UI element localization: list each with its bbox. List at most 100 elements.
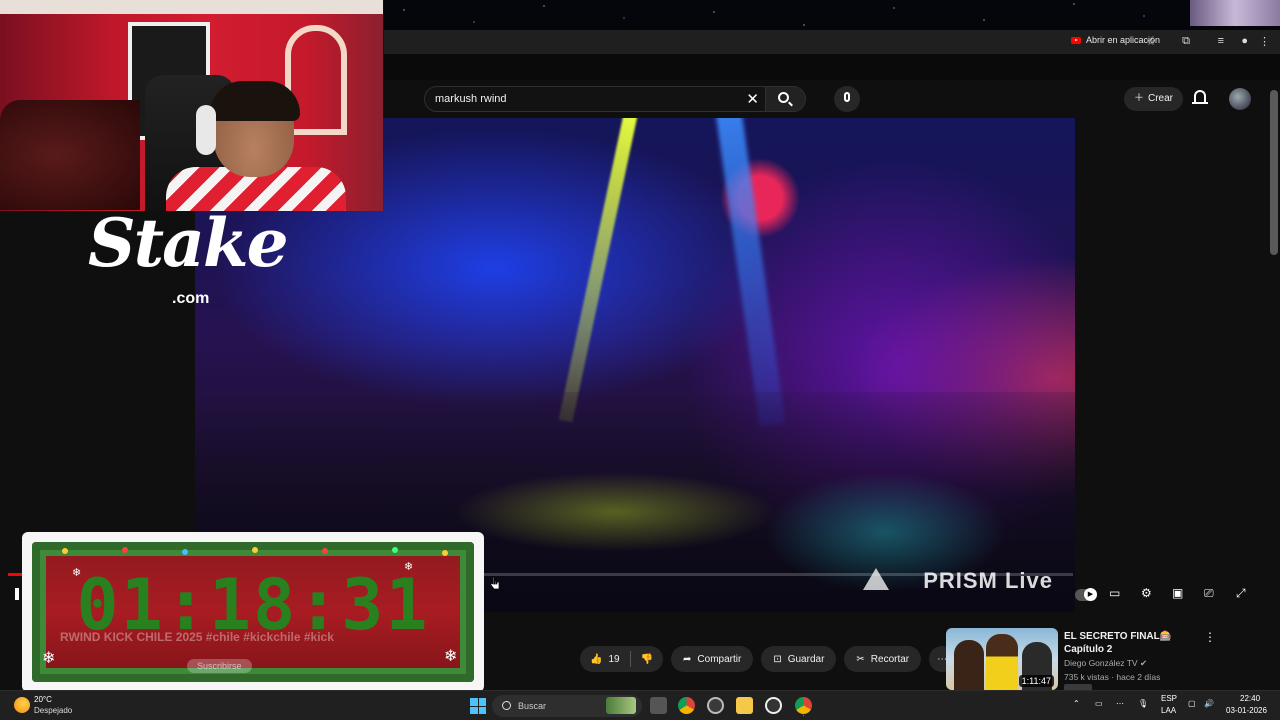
clock-time[interactable]: 22:40 [1240,694,1260,703]
subtitles-icon[interactable]: ▭ [1109,586,1120,600]
light-beam [558,118,639,423]
like-button[interactable]: 👍 19 [580,646,630,672]
video-actions: 👍 19 👎 ➦ Compartir ⊡ Guardar ✂ Recortar … [580,646,956,672]
ceiling [0,0,383,14]
extensions-icon[interactable]: ⧉ [1182,35,1190,48]
hair [210,81,300,121]
notifications-bell-icon[interactable] [1192,90,1208,104]
display-icon[interactable]: ▢ [1188,699,1196,708]
weather-icon[interactable] [14,697,30,713]
prism-logo-icon [863,568,889,590]
browser-toolbar: Abrir en aplicación ☆ ⧉ ≡ ● ⋮ [384,30,1280,54]
recommended-menu-icon[interactable]: ⋮ [1204,630,1216,644]
countdown-widget: ❄ ❄ ❄ ❄ RWIND KICK CHILE 2025 #chile #ki… [22,532,484,692]
miniplayer-icon[interactable]: ▣ [1172,586,1183,600]
recommended-video[interactable]: 1:11:47 EL SECRETO FINAL🎰 Capítulo 2 Die… [946,628,1276,692]
create-label: Crear [1148,93,1174,104]
recommended-duration: 1:11:47 [1018,675,1054,687]
menu-kebab-icon[interactable]: ⋮ [1259,35,1270,48]
dislike-button[interactable]: 👎 [631,646,663,672]
clip-label: Recortar [870,653,910,665]
hand-cursor-icon [490,576,500,590]
plus-icon: ＋ [1134,93,1144,104]
sofa [0,100,140,210]
snowflake-icon: ❄ [444,648,458,665]
search-input[interactable]: markush rwind ✕ [424,86,806,112]
cast-icon[interactable]: ⎚ [1204,586,1214,601]
chrome-active-icon[interactable] [795,697,812,714]
countdown-digits: 01:18:31 [76,564,430,646]
tray-overflow-icon[interactable]: ⌃ [1073,699,1080,708]
ornament [322,548,328,554]
share-button[interactable]: ➦ Compartir [671,646,754,672]
share-label: Compartir [697,653,742,665]
headphones-icon [196,105,216,155]
window-thumbnail [1190,0,1280,26]
thumbnail-person [986,634,1018,690]
chrome-icon[interactable] [678,697,695,714]
verified-icon: ✔ [1139,658,1148,668]
thumbs-down-icon: 👎 [640,653,654,665]
recommended-title[interactable]: EL SECRETO FINAL🎰 Capítulo 2 [1064,630,1214,656]
app-icon[interactable] [707,697,724,714]
prism-watermark: PRISM Live [923,568,1053,593]
light-beam [715,118,786,427]
search-icon [502,701,511,710]
media-player-icon[interactable] [765,697,782,714]
task-view-icon[interactable] [650,697,667,714]
ornament [252,547,258,553]
pause-icon[interactable] [15,588,19,600]
settings-gear-icon[interactable]: ⚙ [1141,586,1152,600]
bookmark-icon: ⊡ [773,653,782,665]
starfield-banner [384,0,1280,30]
recommended-thumbnail[interactable]: 1:11:47 [946,628,1058,690]
like-count: 19 [608,653,620,665]
profile-icon[interactable]: ● [1241,35,1248,47]
tab-strip [384,54,1280,80]
ornament [442,550,448,556]
ghost-subscribe-button: Suscribirse [187,659,252,673]
clear-search-icon[interactable]: ✕ [746,90,759,108]
language-bottom[interactable]: LAA [1161,706,1176,715]
windows-taskbar: 20°C Despejado Buscar ⌃ ▭ ⋯ 🎙 ESP LAA ▢ … [0,690,1280,720]
search-button[interactable] [765,87,805,111]
recommended-channel[interactable]: Diego González TV ✔ [1064,658,1147,669]
widget-thumbnail-icon[interactable] [606,697,636,714]
page-scrollbar[interactable] [1270,90,1278,255]
volume-icon[interactable]: 🔊 [1204,699,1214,708]
taskbar-search-placeholder: Buscar [518,701,547,711]
account-avatar[interactable] [1229,88,1251,110]
star-icon[interactable]: ☆ [1146,35,1156,48]
stake-wordmark: Stake [88,204,289,282]
windows-start-icon[interactable] [470,698,486,714]
like-dislike-group: 👍 19 👎 [580,646,664,672]
stake-domain: .com [172,290,210,307]
fullscreen-icon[interactable]: ⤢ [1236,586,1246,601]
recommended-meta: 735 k vistas · hace 2 días [1064,672,1161,682]
voice-search-button[interactable] [834,86,860,112]
language-top[interactable]: ESP [1161,694,1177,703]
youtube-header: markush rwind ✕ ＋ Crear [384,80,1280,118]
thumbnail-person [954,640,984,690]
clock-date[interactable]: 03-01-2026 [1226,706,1267,715]
create-button[interactable]: ＋ Crear [1124,87,1184,111]
recommended-channel-name: Diego González TV [1064,658,1138,668]
player-controls: ▭ ⚙ ▣ ⎚ ⤢ [1075,586,1255,606]
media-controls-icon[interactable]: ≡ [1218,35,1224,47]
ornament [392,547,398,553]
ornament [62,548,68,554]
save-button[interactable]: ⊡ Guardar [761,646,837,672]
save-label: Guardar [787,653,825,665]
clip-button[interactable]: ✂ Recortar [844,646,922,672]
file-explorer-icon[interactable] [736,697,753,714]
microphone-tray-icon[interactable]: 🎙 [1138,699,1148,708]
network-icon[interactable]: ⋯ [1116,699,1124,708]
battery-icon[interactable]: ▭ [1095,699,1103,708]
thumbs-up-icon: 👍 [590,653,603,665]
ornament [122,547,128,553]
countdown-panel: ❄ ❄ ❄ ❄ RWIND KICK CHILE 2025 #chile #ki… [32,542,474,682]
stake-logo: Stake .com [88,198,308,313]
autoplay-toggle[interactable] [1075,588,1097,601]
weather-description: Despejado [34,706,73,715]
scissors-icon: ✂ [856,653,865,665]
